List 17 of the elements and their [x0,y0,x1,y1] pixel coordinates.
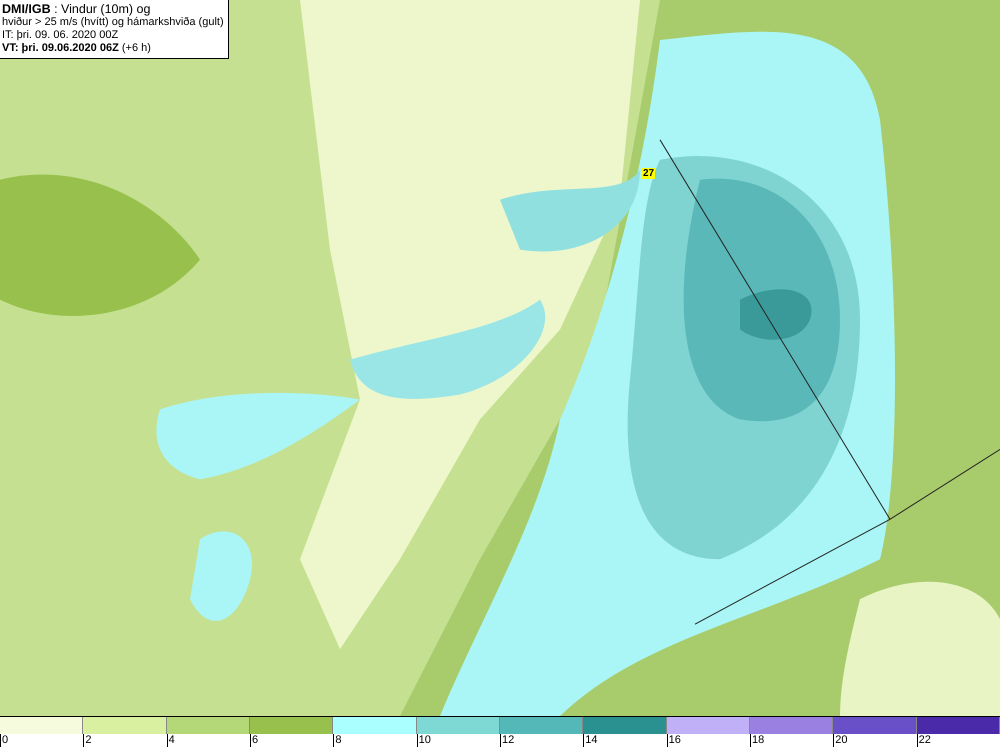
legend-tick-label: 6 [252,734,258,746]
info-text: VT: þri. 09.06.2020 06Z (+6 h) [2,42,152,55]
info-text: IT: þri. 09. 06. 2020 00Z [2,29,120,42]
legend-tick-label: 2 [85,734,92,746]
legend-tick-label: 14 [585,734,598,746]
legend-tick-label: 16 [668,734,681,746]
legend-tick-label: 0 [2,734,8,746]
legend-tick-label: 18 [752,734,764,746]
legend-tick-label: 4 [168,734,175,746]
info-text: DMI/IGB : Vindur (10m) og [2,2,152,16]
legend-tick-label: 10 [418,734,431,746]
legend-tick-label: 22 [918,734,931,746]
legend-tick-label: 8 [335,734,342,746]
legend-tick-label: 20 [835,734,848,746]
info-text: hviður > 25 m/s (hvítt) og hámarkshviða (gult) [2,16,224,29]
gust-value: 27 [642,168,656,179]
legend-tick-label: 12 [502,734,514,746]
